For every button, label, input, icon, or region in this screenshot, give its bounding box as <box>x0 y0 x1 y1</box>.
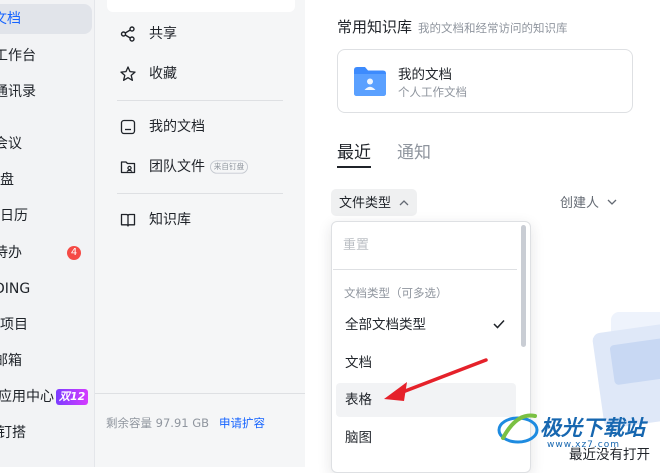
my-docs-icon <box>119 118 137 136</box>
divider <box>333 269 517 270</box>
divider <box>117 193 283 194</box>
book-icon <box>119 211 137 229</box>
subnav-item-knowledge-base[interactable]: 知识库 <box>119 209 191 231</box>
checkmark-icon <box>492 308 506 342</box>
dropdown-scrollbar[interactable] <box>521 225 526 347</box>
docs-sidebar: 共享 收藏 我的文档 团队文件 来自钉盘 知识库 剩余容量 97.91 GB 申… <box>95 0 305 467</box>
option-mindmap[interactable]: 脑图 <box>336 421 516 455</box>
knowledge-base-card[interactable]: 我的文档 个人工作文档 <box>337 49 633 113</box>
subnav-item-label: 知识库 <box>149 212 191 228</box>
team-files-icon <box>119 158 137 176</box>
subnav-item-label: 我的文档 <box>149 119 205 135</box>
nav-item-todo[interactable]: 待办 <box>0 238 22 268</box>
storage-remaining: 剩余容量 97.91 GB <box>106 416 210 430</box>
watermark-logo-icon <box>497 413 539 444</box>
active-tab-indicator <box>337 166 371 168</box>
section-header: 常用知识库 我的文档和经常访问的知识库 <box>337 16 568 37</box>
app-sidebar: 文档 工作台 通讯录 会议 盘 日历 待办 4 DING 项目 邮箱 应用中心双… <box>0 0 95 467</box>
watermark-url: www.xz7.com <box>547 440 620 450</box>
nav-item-contacts[interactable]: 通讯录 <box>0 77 36 107</box>
star-icon <box>119 65 137 83</box>
share-icon <box>119 25 137 43</box>
option-label: 脑图 <box>345 430 372 446</box>
tab-notifications[interactable]: 通知 <box>397 138 431 163</box>
watermark-title: 极光下载站 <box>540 416 645 440</box>
annotation-arrow <box>384 358 488 401</box>
nav-item-drive[interactable]: 盘 <box>0 165 14 195</box>
reset-button[interactable]: 重置 <box>343 234 369 253</box>
option-label: 全部文档类型 <box>345 317 426 333</box>
creator-filter[interactable]: 创建人 <box>560 192 617 211</box>
nav-item-mail[interactable]: 邮箱 <box>0 346 22 376</box>
kb-card-description: 个人工作文档 <box>398 85 467 99</box>
chevron-up-icon <box>399 189 409 216</box>
subnav-item-shared[interactable]: 共享 <box>119 23 177 45</box>
folder-icon <box>353 65 387 101</box>
nav-item-app-center[interactable]: 应用中心 双12 <box>0 382 89 412</box>
creator-filter-label: 创建人 <box>560 196 600 211</box>
subnav-item-team-files[interactable]: 团队文件 来自钉盘 <box>119 156 249 178</box>
nav-item-docs[interactable]: 文档 <box>0 4 92 34</box>
divider <box>117 100 283 101</box>
nav-item-dingda[interactable]: 钉搭 <box>0 418 26 448</box>
subnav-item-favorites[interactable]: 收藏 <box>119 63 177 85</box>
todo-count-badge: 4 <box>67 246 81 260</box>
option-label: 表格 <box>345 392 372 408</box>
option-label: 文档 <box>345 355 372 371</box>
section-title: 常用知识库 <box>337 18 413 36</box>
tab-recent[interactable]: 最近 <box>337 138 371 163</box>
nav-item-workbench[interactable]: 工作台 <box>0 41 36 71</box>
section-subtitle: 我的文档和经常访问的知识库 <box>418 21 568 35</box>
promo-badge: 双12 <box>56 389 89 405</box>
kb-card-name: 我的文档 <box>398 67 452 83</box>
nav-item-meeting[interactable]: 会议 <box>0 129 22 159</box>
selected-item-card[interactable] <box>107 0 295 12</box>
divider <box>95 393 305 394</box>
file-type-filter[interactable]: 文件类型 <box>331 189 418 216</box>
subnav-item-label: 团队文件 <box>149 159 205 175</box>
option-all-types[interactable]: 全部文档类型 <box>336 308 516 342</box>
nav-item-ding[interactable]: DING <box>0 274 30 304</box>
subnav-item-label: 共享 <box>149 26 177 42</box>
request-expansion-link[interactable]: 申请扩容 <box>219 415 265 431</box>
file-type-filter-label: 文件类型 <box>339 196 392 211</box>
chevron-down-icon <box>607 195 617 210</box>
source-tag: 来自钉盘 <box>210 160 248 174</box>
dropdown-group-label: 文档类型（可多选） <box>344 286 448 300</box>
nav-item-project[interactable]: 项目 <box>0 310 28 340</box>
subnav-item-my-docs[interactable]: 我的文档 <box>119 116 205 138</box>
nav-item-calendar[interactable]: 日历 <box>0 201 28 231</box>
subnav-item-label: 收藏 <box>149 66 177 82</box>
